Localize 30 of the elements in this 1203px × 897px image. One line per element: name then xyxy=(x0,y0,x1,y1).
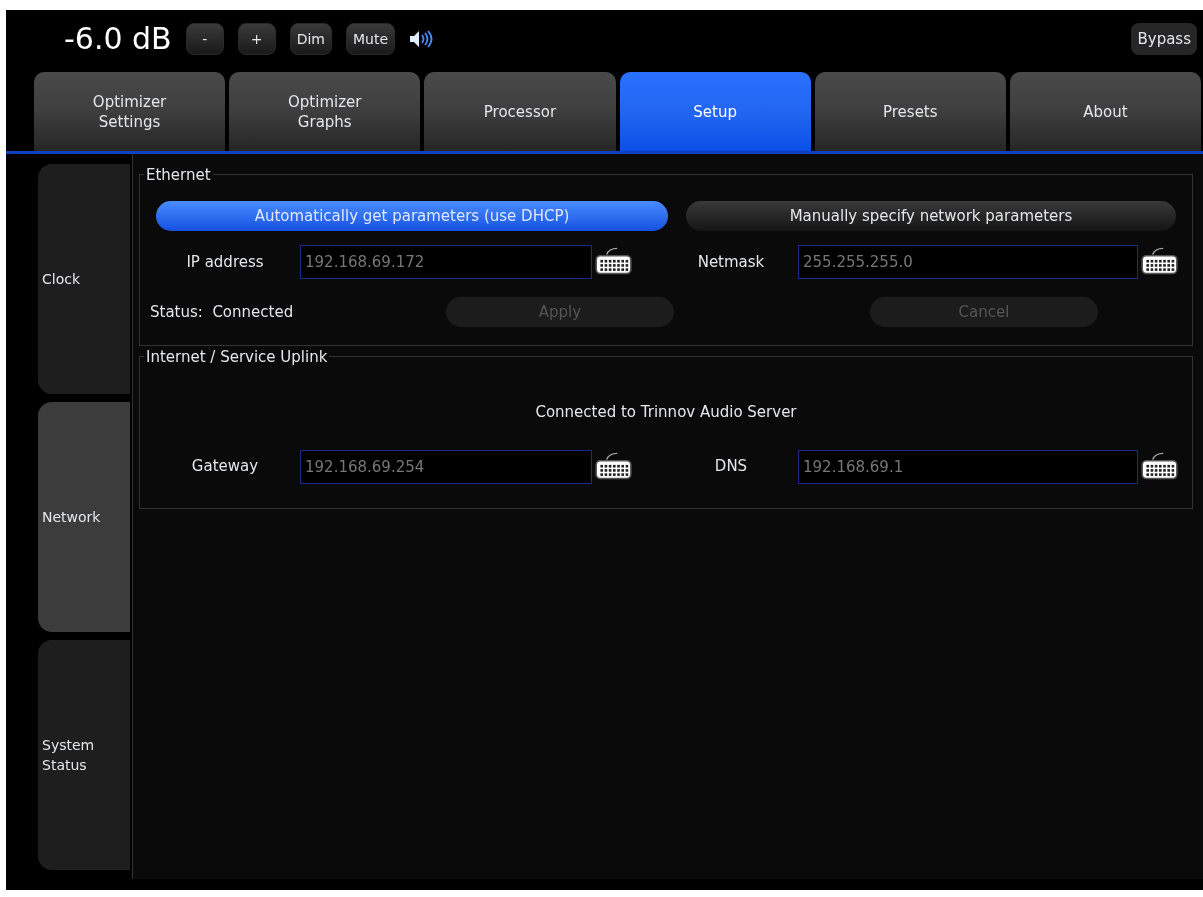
bypass-button[interactable]: Bypass xyxy=(1131,23,1197,55)
mode-button[interactable]: Manually specify network parameters xyxy=(686,201,1176,231)
field-label: Gateway xyxy=(190,456,260,478)
action-button: Apply xyxy=(446,297,674,327)
tab[interactable]: Processor xyxy=(424,72,616,151)
side-tab[interactable]: Network xyxy=(38,402,130,632)
connection-message: Connected to Trinnov Audio Server xyxy=(534,402,798,423)
input-field[interactable]: 192.168.69.1 xyxy=(798,449,1138,484)
input-field[interactable]: 192.168.69.254 xyxy=(300,449,592,484)
tab[interactable]: Setup xyxy=(619,72,811,151)
side-tab[interactable]: System Status xyxy=(38,640,130,870)
control-button[interactable]: + xyxy=(237,23,276,55)
mode-button[interactable]: Automatically get parameters (use DHCP) xyxy=(156,201,668,231)
side-tab[interactable]: Clock xyxy=(38,164,130,394)
input-field[interactable]: 192.168.69.172 xyxy=(300,245,592,279)
status-text: Status: Connected xyxy=(150,301,295,323)
control-button[interactable]: Dim xyxy=(289,23,332,55)
speaker-icon[interactable] xyxy=(409,30,434,48)
tab[interactable]: About xyxy=(1009,72,1202,151)
tab[interactable]: Optimizer Graphs xyxy=(229,72,421,151)
volume-readout: -6.0 dB xyxy=(64,24,172,54)
control-button[interactable]: Mute xyxy=(346,23,396,55)
field-label: IP address xyxy=(185,251,265,273)
input-field[interactable]: 255.255.255.0 xyxy=(798,245,1138,279)
tab[interactable]: Optimizer Settings xyxy=(34,72,226,151)
control-button[interactable]: - xyxy=(185,23,224,55)
field-label: Netmask xyxy=(696,251,766,273)
field-label: DNS xyxy=(713,456,749,478)
action-button: Cancel xyxy=(870,297,1098,327)
tab[interactable]: Presets xyxy=(814,72,1006,151)
